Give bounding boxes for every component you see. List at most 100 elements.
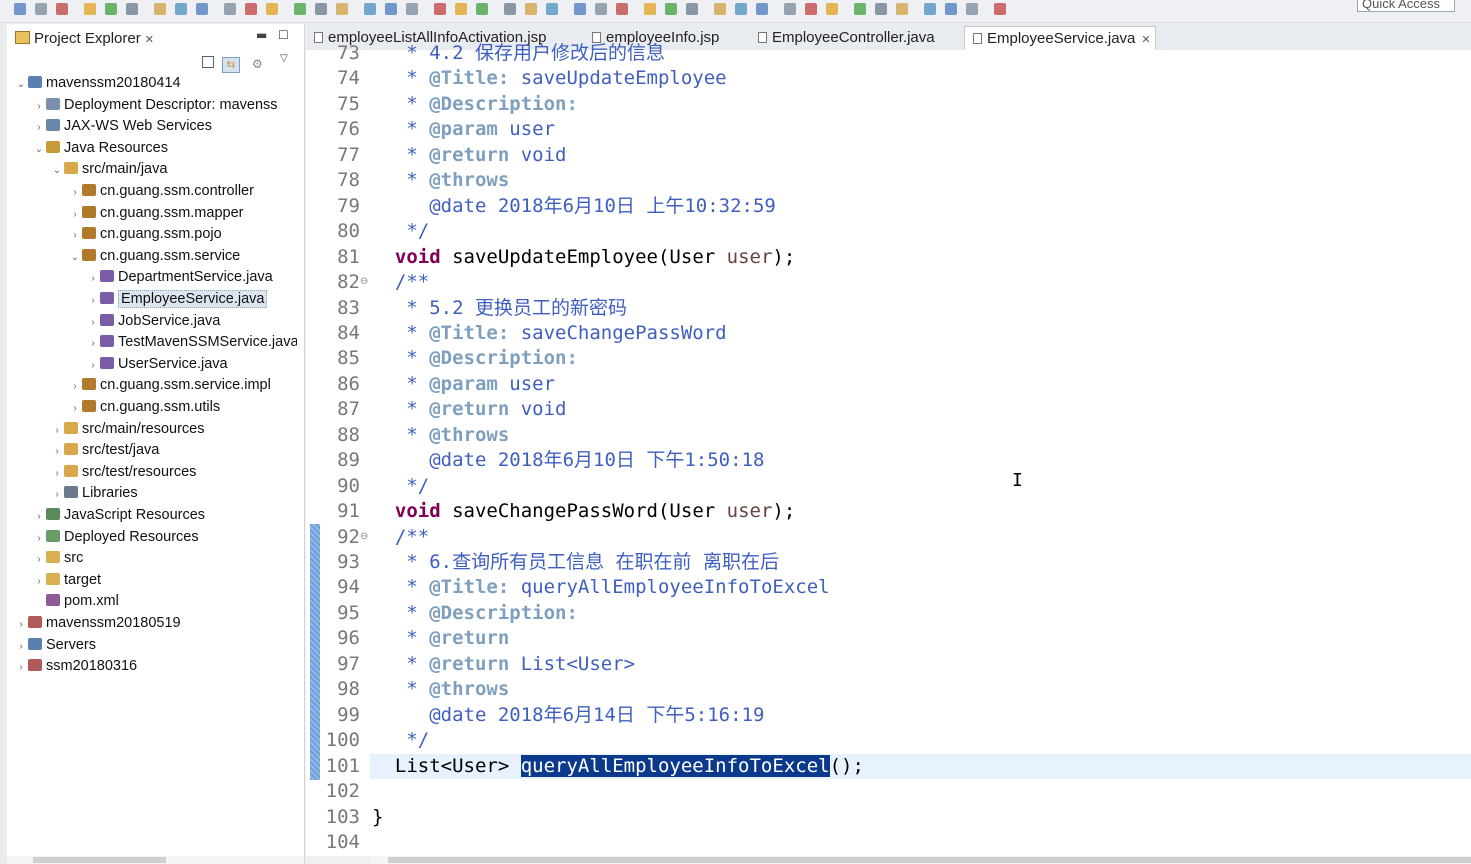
explorer-horizontal-scrollbar[interactable] <box>7 856 304 864</box>
code-line[interactable]: */ <box>372 728 429 753</box>
chevron-right-icon[interactable]: › <box>86 355 100 375</box>
code-line[interactable]: /** <box>372 525 429 550</box>
chevron-right-icon[interactable]: › <box>50 441 64 461</box>
tree-item[interactable]: › Servers <box>14 635 297 656</box>
tree-item[interactable]: › target <box>32 570 297 591</box>
code-line[interactable]: @date 2018年6月10日 下午1:50:18 <box>372 448 764 473</box>
tree-item[interactable]: › Deployed Resources <box>32 527 297 548</box>
chevron-right-icon[interactable]: › <box>32 528 46 548</box>
toolbar-action-icon[interactable] <box>665 3 677 15</box>
toolbar-action-icon[interactable] <box>945 3 957 15</box>
chevron-right-icon[interactable]: › <box>50 484 64 504</box>
toolbar-action-icon[interactable] <box>735 3 747 15</box>
tree-item[interactable]: › JobService.java <box>86 311 297 332</box>
tree-item[interactable]: ⌄ Java Resources <box>32 138 297 159</box>
toolbar-action-icon[interactable] <box>406 3 418 15</box>
toolbar-action-icon[interactable] <box>455 3 467 15</box>
maximize-view-icon[interactable]: ☐ <box>278 28 289 42</box>
quick-access-input[interactable]: Quick Access <box>1357 0 1455 12</box>
toolbar-action-icon[interactable] <box>966 3 978 15</box>
chevron-right-icon[interactable]: › <box>14 614 28 634</box>
tree-item[interactable]: › cn.guang.ssm.service.impl <box>68 375 297 396</box>
toolbar-action-icon[interactable] <box>245 3 257 15</box>
toolbar-action-icon[interactable] <box>896 3 908 15</box>
tree-item[interactable]: › src <box>32 548 297 569</box>
tree-item[interactable]: › src/test/java <box>50 440 297 461</box>
tree-item[interactable]: › src/main/resources <box>50 419 297 440</box>
tree-item[interactable]: › mavenssm20180519 <box>14 613 297 634</box>
toolbar-action-icon[interactable] <box>994 3 1006 15</box>
chevron-right-icon[interactable]: › <box>14 636 28 656</box>
editor-tab[interactable]: EmployeeService.java ✕ <box>964 26 1156 51</box>
toolbar-action-icon[interactable] <box>105 3 117 15</box>
toolbar-action-icon[interactable] <box>84 3 96 15</box>
code-line[interactable]: * @Description: <box>372 92 578 117</box>
code-line[interactable]: * @Title: saveUpdateEmployee <box>372 66 726 91</box>
toolbar-action-icon[interactable] <box>595 3 607 15</box>
toolbar-action-icon[interactable] <box>644 3 656 15</box>
code-line[interactable]: @date 2018年6月10日 上午10:32:59 <box>372 194 776 219</box>
tree-item[interactable]: › cn.guang.ssm.mapper <box>68 203 297 224</box>
tree-item[interactable]: pom.xml <box>32 591 297 612</box>
chevron-right-icon[interactable]: › <box>68 398 82 418</box>
chevron-right-icon[interactable]: › <box>32 571 46 591</box>
tree-item[interactable]: › UserService.java <box>86 354 297 375</box>
tree-item[interactable]: › TestMavenSSMService.java <box>86 332 297 353</box>
chevron-right-icon[interactable]: › <box>50 463 64 483</box>
code-line[interactable]: * @Title: queryAllEmployeeInfoToExcel <box>372 575 829 600</box>
toolbar-action-icon[interactable] <box>196 3 208 15</box>
filters-icon[interactable]: ⚙ <box>252 53 263 73</box>
tree-item[interactable]: › ssm20180316 <box>14 656 297 677</box>
toolbar-action-icon[interactable] <box>56 3 68 15</box>
code-line[interactable]: /** <box>372 270 429 295</box>
fold-toggle-icon[interactable]: ⊖ <box>360 531 368 542</box>
toolbar-action-icon[interactable] <box>14 3 26 15</box>
toolbar-action-icon[interactable] <box>434 3 446 15</box>
chevron-right-icon[interactable]: › <box>32 549 46 569</box>
chevron-right-icon[interactable]: › <box>86 312 100 332</box>
code-line[interactable]: } <box>372 805 383 830</box>
chevron-right-icon[interactable]: › <box>68 225 82 245</box>
chevron-right-icon[interactable]: › <box>50 420 64 440</box>
toolbar-action-icon[interactable] <box>336 3 348 15</box>
code-line[interactable]: void saveUpdateEmployee(User user); <box>372 245 795 270</box>
tree-item[interactable]: › JavaScript Resources <box>32 505 297 526</box>
chevron-right-icon[interactable]: › <box>32 506 46 526</box>
toolbar-action-icon[interactable] <box>756 3 768 15</box>
code-line[interactable]: List<User> queryAllEmployeeInfoToExcel()… <box>372 754 864 779</box>
code-line[interactable]: * @throws <box>372 677 509 702</box>
toolbar-action-icon[interactable] <box>714 3 726 15</box>
toolbar-action-icon[interactable] <box>546 3 558 15</box>
code-line[interactable]: @date 2018年6月14日 下午5:16:19 <box>372 703 764 728</box>
chevron-right-icon[interactable]: › <box>86 333 100 353</box>
close-icon[interactable]: ✕ <box>145 34 154 46</box>
tree-item[interactable]: › Libraries <box>50 483 297 504</box>
toolbar-action-icon[interactable] <box>315 3 327 15</box>
chevron-right-icon[interactable]: › <box>86 268 100 288</box>
code-line[interactable]: * @return void <box>372 397 566 422</box>
fold-toggle-icon[interactable]: ⊖ <box>360 276 368 287</box>
tree-item[interactable]: › cn.guang.ssm.pojo <box>68 224 297 245</box>
tree-item[interactable]: ⌄ src/main/java <box>50 159 297 180</box>
toolbar-action-icon[interactable] <box>854 3 866 15</box>
code-line[interactable]: * @return <box>372 626 509 651</box>
toolbar-action-icon[interactable] <box>924 3 936 15</box>
view-menu-icon[interactable]: ▽ <box>280 53 288 73</box>
code-line[interactable]: * 5.2 更换员工的新密码 <box>372 296 627 321</box>
toolbar-action-icon[interactable] <box>294 3 306 15</box>
toolbar-action-icon[interactable] <box>686 3 698 15</box>
tree-item[interactable]: ⌄ cn.guang.ssm.service <box>68 246 297 267</box>
chevron-right-icon[interactable]: › <box>68 204 82 224</box>
code-line[interactable]: * 6.查询所有员工信息 在职在前 离职在后 <box>372 550 779 575</box>
toolbar-action-icon[interactable] <box>385 3 397 15</box>
code-line[interactable]: * @param user <box>372 372 555 397</box>
chevron-down-icon[interactable]: ⌄ <box>32 139 46 159</box>
toolbar-action-icon[interactable] <box>525 3 537 15</box>
chevron-right-icon[interactable]: › <box>32 117 46 137</box>
tree-item[interactable]: › JAX-WS Web Services <box>32 116 297 137</box>
chevron-right-icon[interactable]: › <box>86 290 100 310</box>
editor-horizontal-scrollbar[interactable] <box>370 856 1471 864</box>
chevron-right-icon[interactable]: › <box>32 96 46 116</box>
toolbar-action-icon[interactable] <box>784 3 796 15</box>
toolbar-action-icon[interactable] <box>364 3 376 15</box>
